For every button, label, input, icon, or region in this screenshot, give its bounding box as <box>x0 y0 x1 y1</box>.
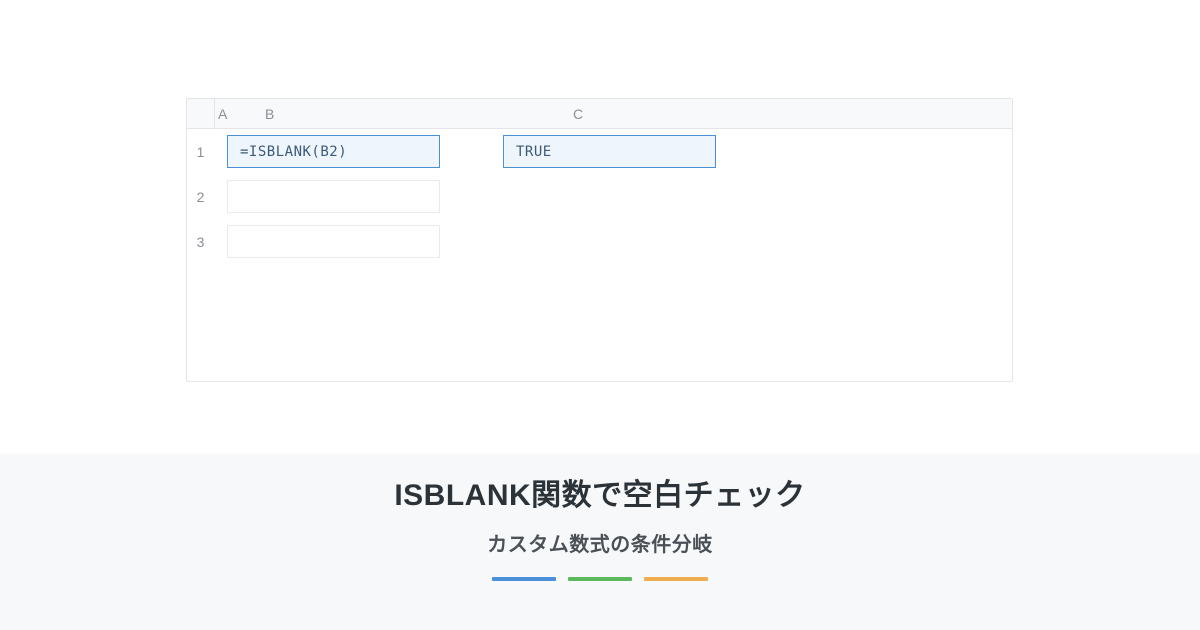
cell-b1-formula[interactable]: =ISBLANK(B2) <box>227 135 440 168</box>
cell-c1-result[interactable]: TRUE <box>503 135 716 168</box>
divider-bar-blue <box>492 577 556 581</box>
corner-cell[interactable] <box>187 99 215 128</box>
cell-b2-empty[interactable] <box>227 180 440 213</box>
row-2: 2 <box>187 174 1012 219</box>
column-header-row: A B C <box>187 99 1012 129</box>
column-header-a[interactable]: A <box>215 106 225 122</box>
row-header-1[interactable]: 1 <box>187 129 215 174</box>
divider-bars <box>0 577 1200 581</box>
row-1: 1 =ISBLANK(B2) TRUE <box>187 129 1012 174</box>
spreadsheet: A B C 1 =ISBLANK(B2) TRUE 2 3 <box>186 98 1013 382</box>
divider-bar-orange <box>644 577 708 581</box>
column-header-b[interactable]: B <box>225 106 428 122</box>
sub-title: カスタム数式の条件分岐 <box>0 528 1200 557</box>
main-title: ISBLANK関数で空白チェック <box>0 470 1200 514</box>
row-3: 3 <box>187 219 1012 264</box>
column-header-c[interactable]: C <box>428 106 728 122</box>
divider-bar-green <box>568 577 632 581</box>
title-section: ISBLANK関数で空白チェック カスタム数式の条件分岐 <box>0 470 1200 581</box>
row-header-3[interactable]: 3 <box>187 219 215 264</box>
cell-b3-empty[interactable] <box>227 225 440 258</box>
row-header-2[interactable]: 2 <box>187 174 215 219</box>
